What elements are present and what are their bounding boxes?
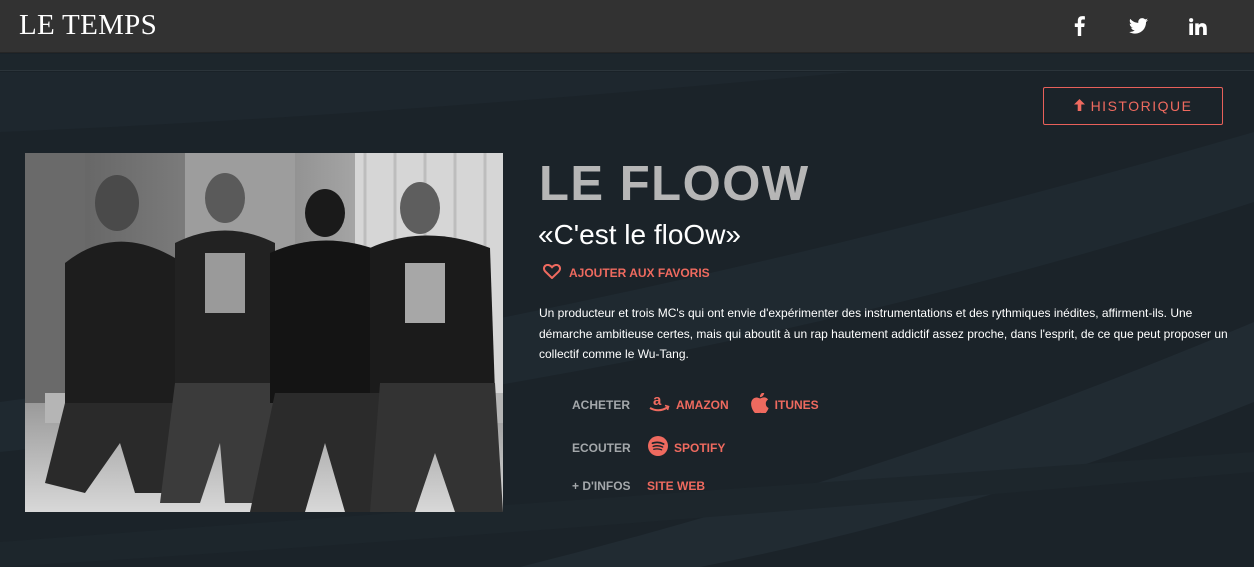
facebook-icon[interactable] — [1070, 14, 1088, 38]
apple-icon — [750, 392, 769, 416]
listen-label: ECOUTER — [572, 440, 631, 455]
twitter-icon[interactable] — [1127, 14, 1149, 38]
heart-icon — [543, 263, 561, 282]
linkedin-icon[interactable] — [1187, 14, 1209, 38]
itunes-label: ITUNES — [774, 397, 819, 412]
itunes-link[interactable]: ITUNES — [750, 392, 819, 416]
top-bar: LE TEMPS — [0, 0, 1254, 53]
section-divider — [0, 54, 1254, 71]
arrow-up-icon — [1073, 98, 1085, 114]
buy-row: ACHETER a AMAZON ITUNES — [572, 392, 819, 416]
amazon-link[interactable]: a AMAZON — [648, 392, 729, 416]
spotify-label: SPOTIFY — [674, 440, 726, 455]
buy-label: ACHETER — [572, 397, 631, 412]
amazon-icon: a — [648, 392, 670, 416]
add-to-favorites-button[interactable]: AJOUTER AUX FAVORIS — [543, 263, 710, 282]
info-row: + D'INFOS SITE WEB — [572, 479, 705, 493]
spotify-icon — [648, 436, 668, 459]
spotify-link[interactable]: SPOTIFY — [648, 436, 725, 459]
artist-photo — [25, 153, 503, 512]
artist-name: LE FLOOW — [539, 157, 810, 211]
favorites-label: AJOUTER AUX FAVORIS — [569, 266, 710, 280]
svg-text:a: a — [653, 393, 662, 409]
amazon-label: AMAZON — [676, 397, 729, 412]
website-link[interactable]: SITE WEB — [647, 479, 705, 493]
artist-quote: «C'est le floOw» — [538, 219, 741, 250]
history-button[interactable]: HISTORIQUE — [1043, 87, 1223, 125]
listen-row: ECOUTER SPOTIFY — [572, 436, 725, 459]
website-label: SITE WEB — [647, 479, 706, 493]
info-label: + D'INFOS — [572, 479, 631, 493]
artist-description: Un producteur et trois MC's qui ont envi… — [539, 306, 1228, 361]
brand-logo[interactable]: LE TEMPS — [19, 9, 157, 42]
history-button-label: HISTORIQUE — [1090, 98, 1193, 114]
